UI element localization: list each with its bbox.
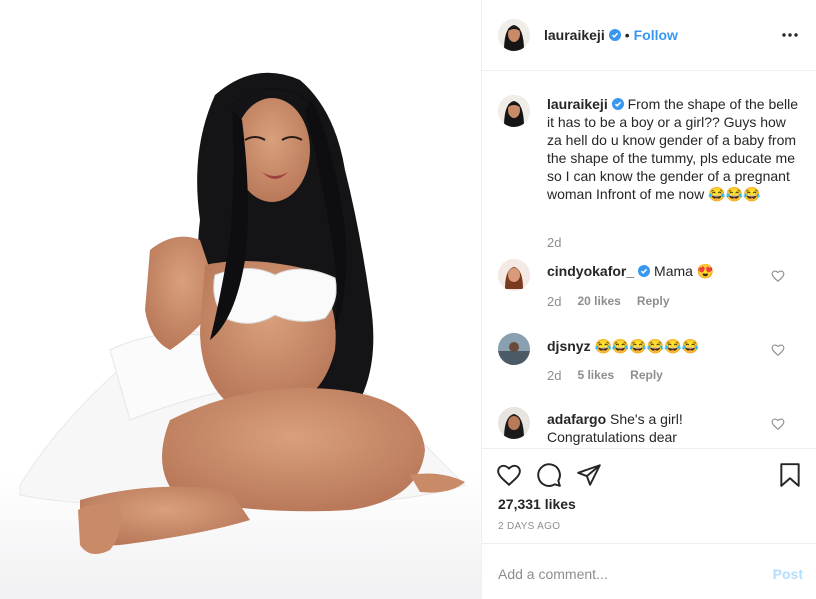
author-avatar[interactable] [498,19,530,51]
follow-button[interactable]: Follow [634,27,678,43]
comment-time[interactable]: 2d [547,294,561,309]
bookmark-icon[interactable] [777,462,803,488]
caption-time[interactable]: 2d [547,235,561,250]
likes-count[interactable]: 27,331 likes [498,496,576,512]
comment-heart-icon[interactable] [771,417,785,431]
comment-row: cindyokafor_ Mama 😍 2d 20 likes Reply [498,259,801,319]
commenter-username[interactable]: djsnyz [547,338,591,354]
caption-avatar[interactable] [498,95,530,127]
comment-body: adafargo She's a girl! Congratulations d… [547,410,773,446]
comment-text: 😂😂😂😂😂😂 [594,338,700,354]
comment-text: Mama 😍 [654,263,715,279]
author-username[interactable]: lauraikeji [544,27,605,43]
post-sidebar: lauraikeji • Follow lauraikeji From the … [481,0,816,599]
post-photo[interactable] [0,0,481,599]
caption-meta: 2d [547,235,561,250]
add-comment-bar: Add a comment... Post [482,543,816,599]
commenter-avatar[interactable] [498,407,530,439]
comments-list[interactable]: lauraikeji From the shape of the belle i… [482,71,816,448]
comment-heart-icon[interactable] [771,269,785,283]
post-comment-button[interactable]: Post [773,566,803,582]
reply-button[interactable]: Reply [630,368,663,383]
verified-badge-icon [638,265,651,277]
commenter-avatar[interactable] [498,333,530,365]
reply-button[interactable]: Reply [637,294,670,309]
caption-body: lauraikeji From the shape of the belle i… [547,95,801,203]
comment-likes[interactable]: 5 likes [577,368,614,383]
comment-icon[interactable] [536,462,562,488]
commenter-username[interactable]: cindyokafor_ [547,263,634,279]
verified-badge-icon [608,29,621,41]
post-image [0,0,481,599]
comment-time[interactable]: 2d [547,368,561,383]
comment-likes[interactable]: 20 likes [577,294,620,309]
comment-heart-icon[interactable] [771,343,785,357]
comment-row: adafargo She's a girl! Congratulations d… [498,407,801,448]
heart-icon[interactable] [496,462,522,488]
commenter-avatar[interactable] [498,259,530,291]
caption-username[interactable]: lauraikeji [547,96,608,112]
comment-input[interactable]: Add a comment... [498,566,608,582]
separator-dot: • [624,27,630,43]
caption-row: lauraikeji From the shape of the belle i… [498,95,801,255]
comment-meta: 2d 20 likes Reply [547,294,670,309]
commenter-username[interactable]: adafargo [547,411,606,427]
share-icon[interactable] [576,462,602,488]
comment-body: djsnyz 😂😂😂😂😂😂 [547,337,773,355]
post-timestamp[interactable]: 2 DAYS AGO [498,521,560,532]
comment-body: cindyokafor_ Mama 😍 [547,262,773,280]
verified-badge-icon [611,98,624,110]
comment-meta: 2d 5 likes Reply [547,368,663,383]
comment-row: djsnyz 😂😂😂😂😂😂 2d 5 likes Reply [498,333,801,393]
more-options-icon[interactable] [781,26,799,44]
post-header: lauraikeji • Follow [482,0,816,71]
